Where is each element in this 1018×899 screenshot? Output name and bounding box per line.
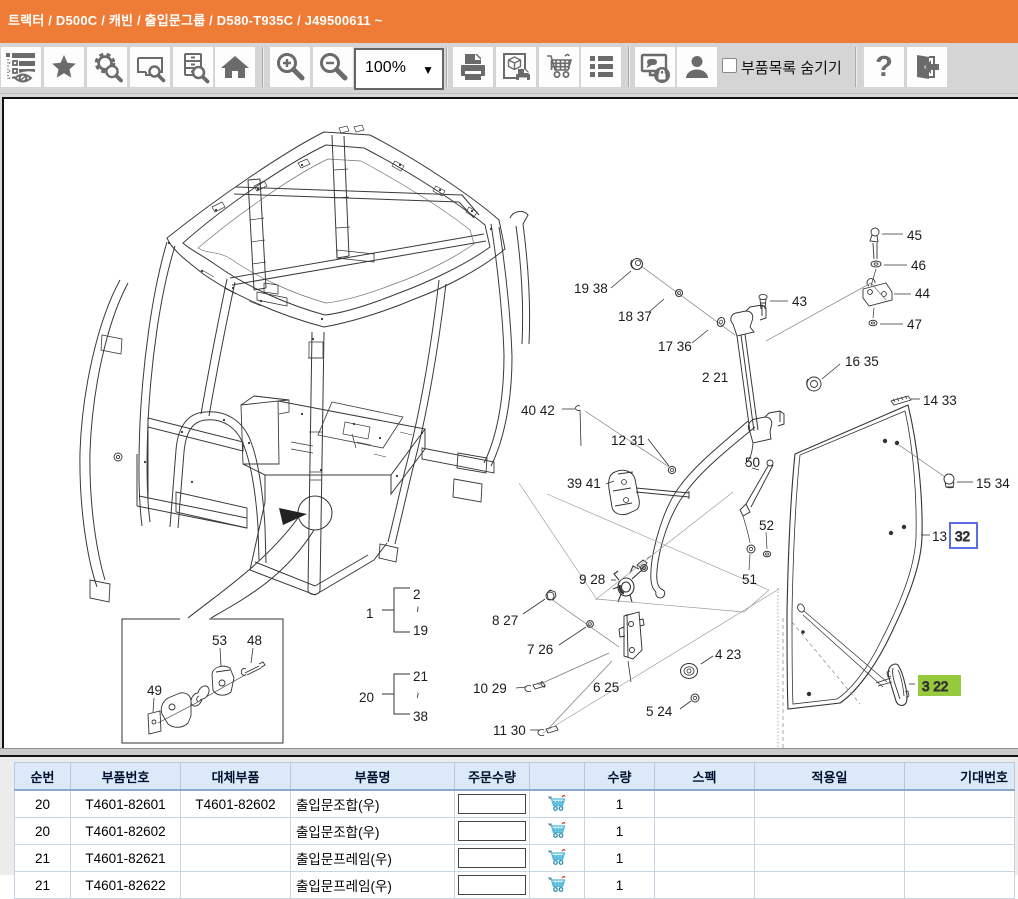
svg-text:2: 2 bbox=[413, 587, 421, 602]
svg-text:43: 43 bbox=[792, 294, 807, 309]
svg-text:45: 45 bbox=[907, 228, 922, 243]
svg-text:11 30: 11 30 bbox=[493, 723, 526, 738]
svg-text:6 25: 6 25 bbox=[593, 680, 619, 695]
svg-text:21: 21 bbox=[413, 669, 428, 684]
svg-text:3 22: 3 22 bbox=[922, 679, 948, 694]
svg-text:46: 46 bbox=[911, 258, 926, 273]
svg-text:8 27: 8 27 bbox=[492, 613, 518, 628]
svg-text:39 41: 39 41 bbox=[567, 476, 601, 491]
svg-text:19: 19 bbox=[413, 623, 428, 638]
svg-text:17 36: 17 36 bbox=[658, 339, 692, 354]
svg-text:15 34: 15 34 bbox=[976, 476, 1010, 491]
svg-text:40 42: 40 42 bbox=[521, 403, 555, 418]
svg-text:52: 52 bbox=[759, 518, 774, 533]
svg-text:5 24: 5 24 bbox=[646, 704, 673, 719]
svg-text:38: 38 bbox=[413, 709, 428, 724]
svg-text:47: 47 bbox=[907, 317, 922, 332]
svg-text:2 21: 2 21 bbox=[702, 370, 728, 385]
svg-text:9 28: 9 28 bbox=[579, 572, 605, 587]
svg-text:~: ~ bbox=[411, 692, 423, 698]
svg-text:16 35: 16 35 bbox=[845, 354, 879, 369]
svg-text:53: 53 bbox=[212, 633, 227, 648]
svg-text:49: 49 bbox=[147, 683, 162, 698]
svg-text:4 23: 4 23 bbox=[715, 647, 741, 662]
svg-text:20: 20 bbox=[359, 690, 374, 705]
svg-text:14 33: 14 33 bbox=[923, 393, 957, 408]
svg-text:7 26: 7 26 bbox=[527, 642, 553, 657]
svg-text:50: 50 bbox=[745, 455, 760, 470]
svg-text:19 38: 19 38 bbox=[574, 281, 608, 296]
svg-text:13: 13 bbox=[932, 529, 947, 544]
svg-text:48: 48 bbox=[247, 633, 262, 648]
svg-text:~: ~ bbox=[411, 606, 423, 612]
svg-text:44: 44 bbox=[915, 286, 931, 301]
svg-text:1: 1 bbox=[366, 606, 374, 621]
svg-text:12 31: 12 31 bbox=[611, 433, 645, 448]
svg-text:18 37: 18 37 bbox=[618, 309, 652, 324]
svg-text:32: 32 bbox=[955, 529, 970, 544]
svg-text:51: 51 bbox=[742, 572, 757, 587]
svg-text:10 29: 10 29 bbox=[473, 681, 507, 696]
